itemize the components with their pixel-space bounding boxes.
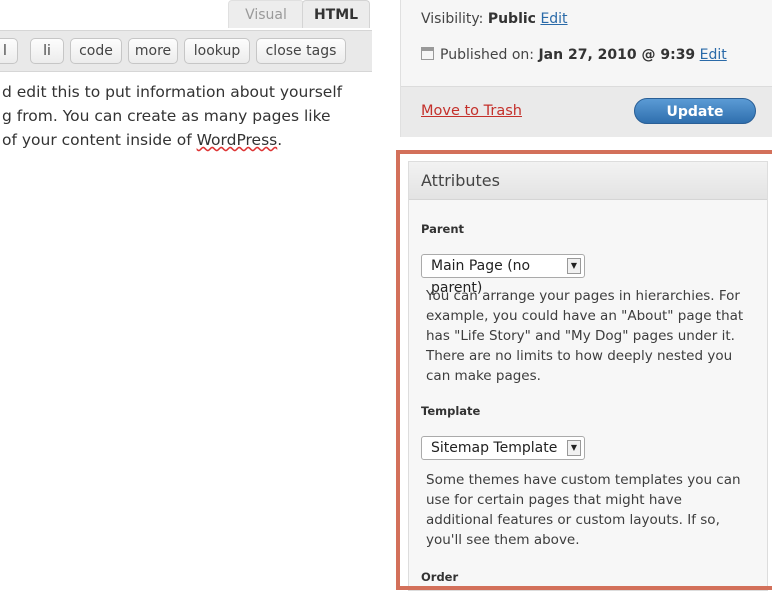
dropdown-arrow-icon: ▼ bbox=[567, 440, 581, 456]
quicktags-toolbar: l li code more lookup close tags bbox=[0, 30, 372, 72]
help-line: use for certain pages that might have bbox=[426, 492, 682, 508]
template-select[interactable]: Sitemap Template ▼ bbox=[421, 436, 585, 460]
quicktag-li-button[interactable]: li bbox=[30, 38, 64, 64]
order-label: Order bbox=[421, 570, 459, 584]
update-button[interactable]: Update bbox=[634, 98, 756, 124]
spellcheck-word: WordPress bbox=[196, 131, 278, 149]
tab-visual[interactable]: Visual bbox=[228, 0, 304, 28]
content-line: d edit this to put information about you… bbox=[2, 83, 343, 101]
parent-select[interactable]: Main Page (no parent) ▼ bbox=[421, 254, 585, 296]
attributes-box: Attributes Parent Main Page (no parent) … bbox=[408, 161, 768, 591]
help-line: Some themes have custom templates you ca… bbox=[426, 472, 741, 488]
quicktag-more-button[interactable]: more bbox=[128, 38, 178, 64]
attributes-title[interactable]: Attributes bbox=[409, 162, 767, 200]
quicktag-close-tags-button[interactable]: close tags bbox=[256, 38, 346, 64]
content-line: of your content inside of WordPress. bbox=[2, 128, 376, 152]
parent-help-text: You can arrange your pages in hierarchie… bbox=[426, 286, 756, 386]
calendar-icon bbox=[421, 47, 434, 60]
content-line-text: of your content inside of bbox=[2, 131, 197, 149]
quicktag-ol-button[interactable]: l bbox=[0, 38, 18, 64]
visibility-edit-link[interactable]: Edit bbox=[540, 11, 567, 27]
published-edit-link[interactable]: Edit bbox=[700, 47, 727, 63]
help-line: example, you could have an "About" page … bbox=[426, 308, 744, 324]
template-select-value: Sitemap Template bbox=[431, 440, 558, 456]
publish-actions: Move to Trash Update bbox=[401, 86, 772, 137]
tab-html[interactable]: HTML bbox=[302, 0, 370, 28]
quicktag-lookup-button[interactable]: lookup bbox=[184, 38, 250, 64]
quicktag-code-button[interactable]: code bbox=[70, 38, 122, 64]
template-label: Template bbox=[421, 404, 481, 418]
published-date: Jan 27, 2010 @ 9:39 bbox=[538, 47, 696, 63]
parent-label: Parent bbox=[421, 222, 465, 236]
help-line: There are no limits to how deeply nested… bbox=[426, 348, 733, 364]
help-line: additional features or custom layouts. I… bbox=[426, 512, 720, 528]
published-label: Published on: bbox=[440, 47, 535, 63]
template-help-text: Some themes have custom templates you ca… bbox=[426, 470, 756, 550]
help-line: You can arrange your pages in hierarchie… bbox=[426, 288, 740, 304]
editor-tabs: Visual HTML bbox=[0, 0, 372, 30]
help-line: you'll see them above. bbox=[426, 532, 580, 548]
published-row: Published on: Jan 27, 2010 @ 9:39 Edit bbox=[421, 47, 727, 63]
help-line: can make pages. bbox=[426, 368, 541, 384]
visibility-value: Public bbox=[487, 11, 536, 27]
move-to-trash-link[interactable]: Move to Trash bbox=[421, 103, 522, 119]
content-line-end: . bbox=[277, 131, 283, 149]
page-editor: Visual HTML l li code more lookup close … bbox=[0, 0, 378, 581]
content-line: g from. You can create as many pages lik… bbox=[2, 107, 331, 125]
dropdown-arrow-icon: ▼ bbox=[567, 258, 581, 274]
visibility-label: Visibility: bbox=[421, 11, 484, 27]
visibility-row: Visibility: Public Edit bbox=[421, 11, 568, 27]
help-line: has "Life Story" and "My Dog" pages unde… bbox=[426, 328, 735, 344]
editor-content-textarea[interactable]: d edit this to put information about you… bbox=[2, 80, 376, 152]
publish-box: Visibility: Public Edit Published on: Ja… bbox=[400, 0, 772, 137]
